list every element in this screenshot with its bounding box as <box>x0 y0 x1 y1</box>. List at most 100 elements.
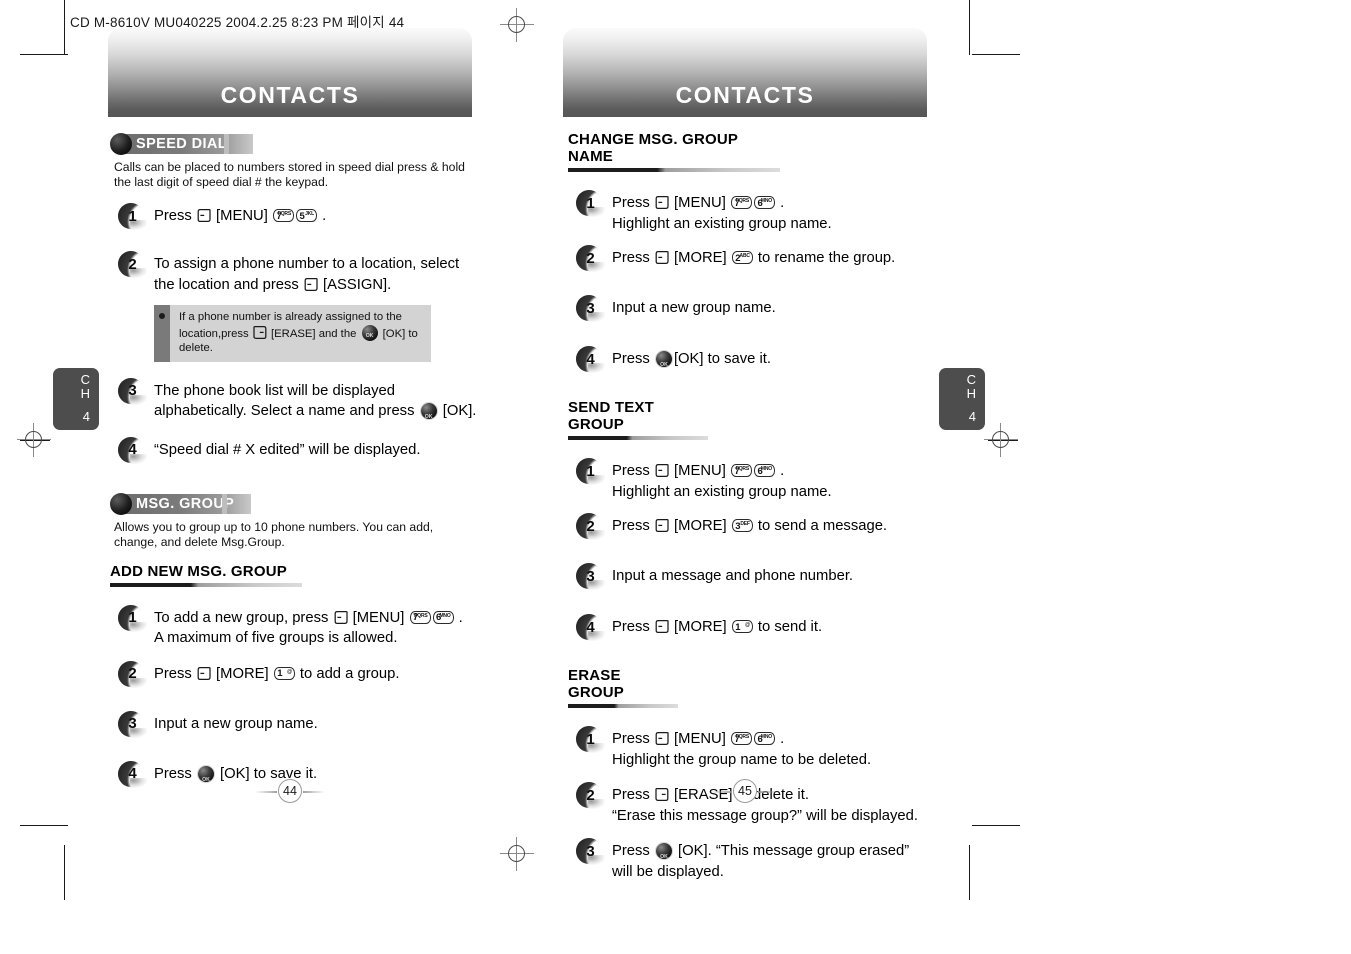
subsection-rule <box>568 436 708 440</box>
subsection-title: SEND TEXT GROUP <box>568 399 654 433</box>
step-number-badge: 2 <box>576 782 606 810</box>
softkey-left-icon <box>196 208 212 223</box>
text-line: Press [MENU] 7 PQRS 6 MNO . <box>612 731 785 747</box>
step-text: Press [MENU] 7 PQRS 6 MNO . Highlight an exi… <box>612 458 968 502</box>
section-title-speed-dial: SPEED DIAL <box>136 136 228 152</box>
step-number: 2 <box>586 786 595 804</box>
step-number: 4 <box>586 350 595 368</box>
text-line: Input a new group name. <box>612 300 776 316</box>
section-msg-group: MSG. GROUP Allows you to group up to 10 … <box>110 492 510 791</box>
step-number: 2 <box>586 517 595 535</box>
step-number-badge: 3 <box>118 377 148 406</box>
text-line: Press [MORE] 3 DEF to send a message. <box>612 518 888 534</box>
page-number-left: 44 <box>278 779 302 803</box>
step-text: Press [MENU] 7 PQRS 6 MNO . Highlight the gr… <box>612 726 968 770</box>
ok-button-icon: OK <box>197 765 214 783</box>
step-text: To add a new group, press [MENU] 7 PQRS 6 M… <box>154 605 510 649</box>
text-line: A maximum of five groups is allowed. <box>154 630 398 646</box>
step-text: Input a new group name. <box>612 295 968 319</box>
step-item: 3 Input a message and phone number. <box>568 563 968 593</box>
section-bullet-icon <box>110 133 132 155</box>
step-number-badge: 3 <box>118 710 148 739</box>
section-header-speed-dial: SPEED DIAL <box>110 133 510 155</box>
step-text: The phone book list will be displayed alp… <box>154 378 510 422</box>
step-item: 3 Input a new group name. <box>568 295 968 325</box>
text-line: alphabetically. Select a name and press … <box>154 403 477 420</box>
step-item: 2 Press [MORE] 1 @ to add a group. <box>110 660 510 691</box>
note-bullet-icon <box>154 305 170 362</box>
step-item: 3 Input a new group name. <box>110 710 510 741</box>
step-text: Press [ERASE] to delete it. “Erase this m… <box>612 782 968 826</box>
step-number: 2 <box>128 255 137 273</box>
crop-mark-bottom-right-vertical <box>969 845 970 900</box>
keypad-key-6-icon: 6 MNO <box>753 464 775 477</box>
step-text: Press [MENU] 7 PQRS 6 MNO . Highlight an exi… <box>612 190 968 234</box>
chapter-tab-label-left: CH <box>80 372 90 401</box>
text-line: Press OK [OK]. “This message group erase… <box>612 843 910 860</box>
softkey-left-icon <box>333 610 349 625</box>
step-text: Press OK [OK] to save it. <box>612 346 968 370</box>
page-title-banner-right: CONTACTS <box>563 28 927 117</box>
step-number-badge: 3 <box>576 295 606 323</box>
subsection-rule <box>110 582 302 587</box>
steps-change-msg-group-name: 1 Press [MENU] 7 PQRS 6 MNO . Highlight an ex… <box>568 190 968 376</box>
subsection-change-msg-group-name: CHANGE MSG. GROUP NAME 1 Press [MENU] 7 PQ… <box>568 131 968 376</box>
registration-mark-bottom <box>500 837 534 871</box>
registration-mark-right <box>984 423 1018 457</box>
step-item: 3 Press OK [OK]. “This message group eras… <box>568 838 968 882</box>
text-line: Press [MENU] 7 PQRS 5 JKL . <box>154 208 327 224</box>
note-text: If a phone number is already assigned to… <box>170 305 431 362</box>
step-number: 3 <box>586 842 595 860</box>
text-line: Press OK [OK] to save it. <box>154 765 318 783</box>
step-item: 2 Press [MORE] 2 ABC to rename the group. <box>568 245 968 275</box>
step-number-badge: 1 <box>118 604 148 633</box>
text-line: Highlight an existing group name. <box>612 483 832 500</box>
step-item: 1 Press [MENU] 7 PQRS 6 MNO . Highlight an ex… <box>568 190 968 234</box>
keypad-key-2-icon: 2 ABC <box>731 251 753 264</box>
subsection-erase-group: ERASE GROUP 1 Press [MENU] 7 PQRS 6 MNO . Hig… <box>568 667 968 882</box>
step-item: 4 “Speed dial # X edited” will be display… <box>110 436 510 467</box>
keypad-key-1-icon: 1 @ <box>731 620 753 633</box>
step-number: 4 <box>128 765 137 782</box>
keypad-key-7-icon: 7 PQRS <box>409 610 431 624</box>
text-line: Press [MENU] 7 PQRS 6 MNO . <box>612 195 785 211</box>
step-text: To assign a phone number to a location, … <box>154 251 510 295</box>
step-number: 1 <box>128 609 137 626</box>
step-number-badge: 1 <box>118 203 148 231</box>
softkey-left-icon <box>654 250 670 265</box>
crop-mark-top-left-vertical <box>64 0 65 55</box>
ok-button-icon: OK <box>655 843 672 860</box>
step-number-badge: 2 <box>576 245 606 273</box>
crop-mark-top-right-horizontal <box>972 54 1020 55</box>
subsection-title: CHANGE MSG. GROUP NAME <box>568 131 738 165</box>
step-number-badge: 1 <box>576 190 606 218</box>
page-column-left: SPEED DIAL Calls can be placed to number… <box>110 133 510 791</box>
text-line: Press [MORE] 1 @ to add a group. <box>154 665 400 682</box>
step-number-badge: 1 <box>576 458 606 486</box>
step-text: Press [MORE] 1 @ to add a group. <box>154 661 510 685</box>
section-description-msg-group: Allows you to group up to 10 phone numbe… <box>114 519 434 549</box>
text-line: Press OK [OK] to save it. <box>612 351 771 368</box>
subsection-rule <box>568 168 780 172</box>
step-item: 4 Press OK [OK] to save it. <box>568 346 968 376</box>
step-text: Press OK [OK] to save it. <box>154 761 510 785</box>
section-speed-dial: SPEED DIAL Calls can be placed to number… <box>110 133 510 467</box>
step-text: Input a message and phone number. <box>612 563 968 587</box>
subsection-header-change-msg-group-name: CHANGE MSG. GROUP NAME <box>568 131 780 172</box>
chapter-tab-number-right: 4 <box>968 409 976 424</box>
note-box-speed-dial: If a phone number is already assigned to… <box>154 305 431 362</box>
step-item: 1 To add a new group, press [MENU] 7 PQRS 6… <box>110 604 510 649</box>
step-text: “Speed dial # X edited” will be displaye… <box>154 437 510 461</box>
crop-mark-top-right-vertical <box>969 0 970 55</box>
step-number-badge: 2 <box>118 660 148 689</box>
step-number-badge: 4 <box>576 614 606 642</box>
step-number: 2 <box>128 665 137 682</box>
registration-mark-left <box>17 423 51 457</box>
steps-send-text-group: 1 Press [MENU] 7 PQRS 6 MNO . Highlight an ex… <box>568 458 968 644</box>
subsection-header-add-new-msg-group: ADD NEW MSG. GROUP <box>110 563 302 587</box>
softkey-left-icon <box>654 518 670 533</box>
page-title-banner-left: CONTACTS <box>108 28 472 117</box>
text-line: Press [MORE] 1 @ to send it. <box>612 619 823 635</box>
step-number: 1 <box>586 194 595 212</box>
step-number-badge: 1 <box>576 726 606 754</box>
